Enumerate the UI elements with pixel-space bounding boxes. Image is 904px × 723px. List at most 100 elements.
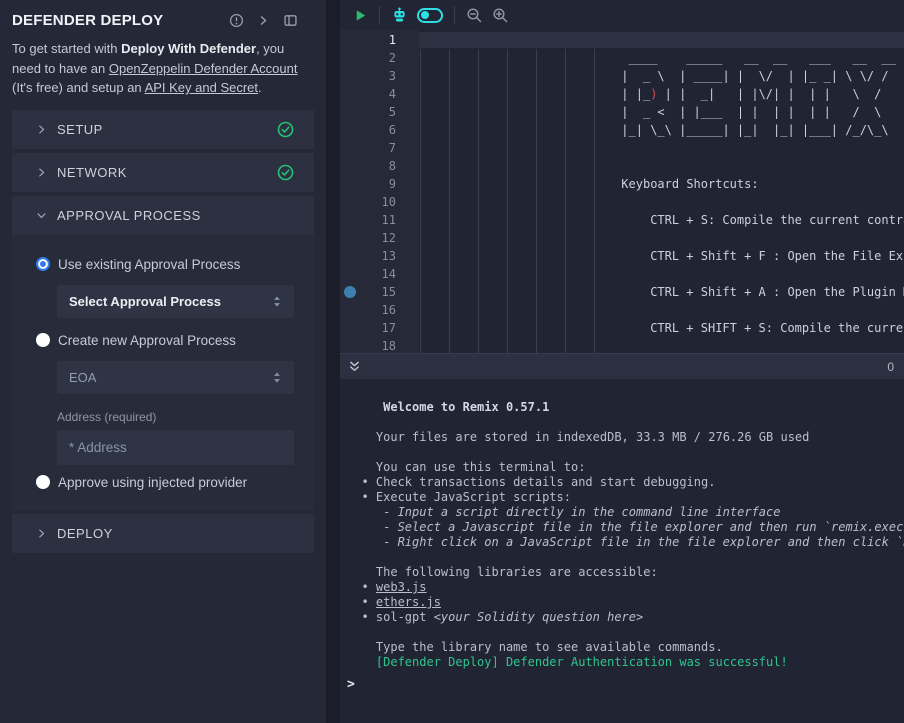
select-value: Select Approval Process — [69, 294, 221, 309]
panel-title: DEFENDER DEPLOY — [12, 12, 163, 29]
option-injected-provider: Approve using injected provider — [36, 475, 294, 490]
line-number: 2 — [340, 49, 396, 67]
split-panel-icon[interactable] — [283, 13, 298, 28]
editor-line: CTRL + Shift + A : Open the Plugin Manag… — [419, 283, 904, 301]
option-create-new: Create new Approval Process — [36, 333, 294, 348]
section-deploy[interactable]: DEPLOY — [12, 514, 314, 553]
check-circle-icon — [277, 121, 294, 138]
code-editor[interactable]: 12345678910111213141516171819 ____ _____… — [340, 30, 904, 353]
approval-type-select[interactable]: EOA — [57, 361, 294, 394]
terminal[interactable]: Welcome to Remix 0.57.1 Your files are s… — [340, 379, 904, 723]
terminal-line: [Defender Deploy] Defender Authenticatio… — [347, 655, 904, 670]
address-input[interactable] — [57, 430, 294, 465]
section-approval-header[interactable]: APPROVAL PROCESS — [12, 196, 314, 235]
intro-link[interactable]: API Key and Secret — [145, 80, 258, 95]
intro-text: To get started with Deploy With Defender… — [12, 39, 314, 98]
terminal-line: Your files are stored in indexedDB, 33.3… — [347, 430, 904, 445]
radio-label: Approve using injected provider — [58, 475, 247, 490]
remix-ai-robot-icon[interactable] — [391, 7, 408, 24]
line-number: 12 — [340, 229, 396, 247]
editor-toolbar — [340, 0, 904, 30]
editor-line — [419, 265, 904, 283]
terminal-header: 0 — [340, 353, 904, 379]
terminal-line — [347, 415, 904, 430]
breakpoint-dot[interactable] — [344, 286, 356, 298]
defender-deploy-panel: DEFENDER DEPLOY To get started with Depl… — [0, 0, 326, 723]
line-number: 3 — [340, 67, 396, 85]
editor-line: Keyboard Shortcuts: — [419, 175, 904, 193]
editor-line — [419, 337, 904, 353]
terminal-line: The following libraries are accessible: — [347, 565, 904, 580]
line-number: 4 — [340, 85, 396, 103]
editor-line: | _ \ | ____| | \/ | |_ _| \ \/ / — [419, 67, 904, 85]
radio-use-existing[interactable] — [36, 257, 50, 271]
line-number: 5 — [340, 103, 396, 121]
radio-label: Use existing Approval Process — [58, 257, 240, 272]
terminal-prompt[interactable]: > — [347, 677, 904, 692]
panel-resize-handle[interactable] — [326, 0, 340, 723]
chevron-right-icon — [36, 528, 47, 539]
line-number: 8 — [340, 157, 396, 175]
section-label: APPROVAL PROCESS — [57, 208, 201, 223]
transactions-count-badge: 0 — [887, 360, 894, 374]
panel-header: DEFENDER DEPLOY — [12, 0, 314, 32]
line-number: 11 — [340, 211, 396, 229]
check-circle-icon — [277, 164, 294, 181]
terminal-line: - Select a Javascript file in the file e… — [347, 520, 904, 535]
line-number: 6 — [340, 121, 396, 139]
chevron-down-icon — [36, 210, 47, 221]
ai-copilot-toggle[interactable] — [417, 8, 443, 23]
editor-line: CTRL + Shift + F : Open the File Explore… — [419, 247, 904, 265]
editor-line — [419, 139, 904, 157]
address-label: Address (required) — [57, 410, 294, 424]
editor-content[interactable]: ____ _____ __ __ ___ __ __ | _ \ | ____|… — [419, 30, 904, 353]
terminal-line: Welcome to Remix 0.57.1 — [347, 400, 904, 415]
terminal-line: • ethers.js — [347, 595, 904, 610]
terminal-line: • Check transactions details and start d… — [347, 475, 904, 490]
editor-line: | |_) | | _| | |\/| | | | \ / — [419, 85, 904, 103]
terminal-line — [347, 550, 904, 565]
sort-arrows-icon — [272, 295, 282, 308]
section-network[interactable]: NETWORK — [12, 153, 314, 192]
editor-line — [419, 193, 904, 211]
section-setup[interactable]: SETUP — [12, 110, 314, 149]
info-icon[interactable] — [229, 13, 244, 28]
editor-line — [419, 31, 904, 49]
editor-and-terminal: 12345678910111213141516171819 ____ _____… — [340, 0, 904, 723]
chevron-right-icon — [36, 124, 47, 135]
intro-link[interactable]: OpenZeppelin Defender Account — [109, 61, 298, 76]
editor-line: ____ _____ __ __ ___ __ __ — [419, 49, 904, 67]
chevron-right-icon[interactable] — [257, 14, 270, 27]
terminal-line: - Right click on a JavaScript file in th… — [347, 535, 904, 550]
option-use-existing: Use existing Approval Process — [36, 257, 294, 272]
line-number: 10 — [340, 193, 396, 211]
line-number: 17 — [340, 319, 396, 337]
line-number: 1 — [340, 31, 396, 49]
radio-injected-provider[interactable] — [36, 475, 50, 489]
section-label: DEPLOY — [57, 526, 113, 541]
toggle-knob — [421, 11, 429, 19]
line-number: 16 — [340, 301, 396, 319]
editor-line: CTRL + SHIFT + S: Compile the current co… — [419, 319, 904, 337]
line-number: 18 — [340, 337, 396, 353]
terminal-line: • sol-gpt <your Solidity question here> — [347, 610, 904, 625]
approval-process-select[interactable]: Select Approval Process — [57, 285, 294, 318]
collapse-terminal-icon[interactable] — [348, 360, 361, 373]
terminal-link[interactable]: ethers.js — [376, 595, 441, 609]
zoom-in-icon[interactable] — [492, 7, 509, 24]
radio-create-new[interactable] — [36, 333, 50, 347]
select-value: EOA — [69, 370, 96, 385]
zoom-out-icon[interactable] — [466, 7, 483, 24]
line-number: 9 — [340, 175, 396, 193]
section-label: NETWORK — [57, 165, 127, 180]
terminal-line: - Input a script directly in the command… — [347, 505, 904, 520]
run-script-icon[interactable] — [353, 8, 368, 23]
editor-line — [419, 301, 904, 319]
terminal-link[interactable]: web3.js — [376, 580, 427, 594]
editor-line: | _ < | |___ | | | | | | / \ — [419, 103, 904, 121]
editor-line — [419, 157, 904, 175]
terminal-line — [347, 625, 904, 640]
sort-arrows-icon — [272, 371, 282, 384]
terminal-line: You can use this terminal to: — [347, 460, 904, 475]
chevron-right-icon — [36, 167, 47, 178]
